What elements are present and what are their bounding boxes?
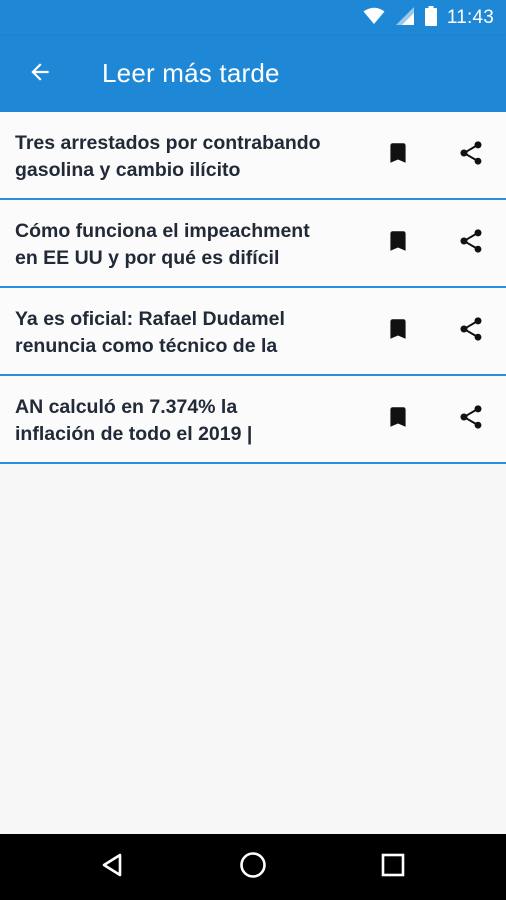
- article-row[interactable]: AN calculó en 7.374% la inflación de tod…: [0, 376, 506, 464]
- status-time: 11:43: [446, 7, 494, 28]
- back-triangle-icon: [99, 851, 127, 883]
- nav-back-button[interactable]: [93, 847, 133, 887]
- article-row[interactable]: Cómo funciona el impeachment en EE UU y …: [0, 200, 506, 288]
- status-icons: 11:43: [363, 6, 494, 30]
- system-nav-bar: [0, 834, 506, 900]
- article-title[interactable]: Cómo funciona el impeachment en EE UU y …: [15, 218, 370, 272]
- article-title[interactable]: Ya es oficial: Rafael Dudamel renuncia c…: [15, 306, 370, 360]
- share-icon: [457, 227, 485, 259]
- share-icon: [457, 139, 485, 171]
- bookmark-icon: [385, 316, 411, 346]
- wifi-icon: [363, 7, 385, 29]
- share-button[interactable]: [451, 311, 491, 351]
- battery-icon: [424, 6, 437, 30]
- share-button[interactable]: [451, 223, 491, 263]
- cell-signal-icon: [395, 6, 415, 30]
- bookmark-button[interactable]: [378, 135, 418, 175]
- nav-home-button[interactable]: [233, 847, 273, 887]
- bookmark-button[interactable]: [378, 223, 418, 263]
- article-row[interactable]: Tres arrestados por contrabando gasolina…: [0, 112, 506, 200]
- bookmark-icon: [385, 228, 411, 258]
- share-button[interactable]: [451, 135, 491, 175]
- bookmark-button[interactable]: [378, 311, 418, 351]
- app-bar: Leer más tarde: [0, 36, 506, 112]
- status-bar: 11:43: [0, 0, 506, 36]
- share-button[interactable]: [451, 399, 491, 439]
- bookmark-button[interactable]: [378, 399, 418, 439]
- home-circle-icon: [238, 850, 268, 884]
- article-row[interactable]: Ya es oficial: Rafael Dudamel renuncia c…: [0, 288, 506, 376]
- bookmark-icon: [385, 404, 411, 434]
- article-title[interactable]: Tres arrestados por contrabando gasolina…: [15, 130, 370, 184]
- saved-articles-list: Tres arrestados por contrabando gasolina…: [0, 112, 506, 464]
- page-title: Leer más tarde: [102, 58, 280, 88]
- share-icon: [457, 403, 485, 435]
- share-icon: [457, 315, 485, 347]
- nav-recents-button[interactable]: [373, 847, 413, 887]
- back-button[interactable]: [20, 54, 60, 94]
- recents-square-icon: [380, 852, 406, 882]
- arrow-back-icon: [27, 59, 53, 89]
- bookmark-icon: [385, 140, 411, 170]
- article-title[interactable]: AN calculó en 7.374% la inflación de tod…: [15, 394, 370, 448]
